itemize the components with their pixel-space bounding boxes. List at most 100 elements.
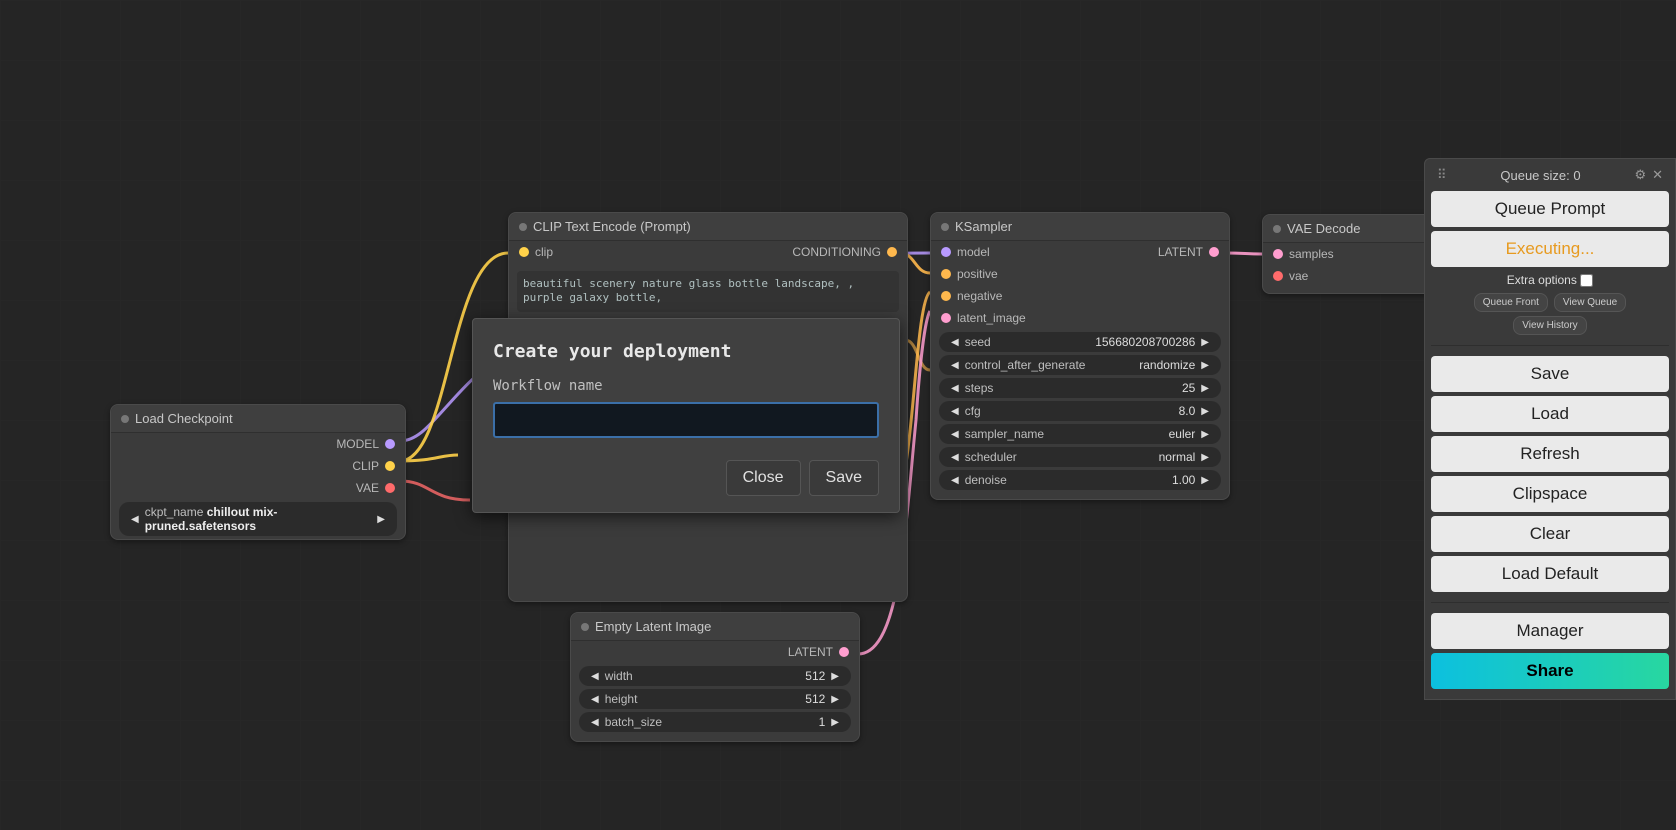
extra-options-toggle[interactable]: Extra options [1431, 271, 1669, 289]
param-batch_size[interactable]: ◀batch_size1▶ [579, 712, 851, 732]
view-history-button[interactable]: View History [1513, 316, 1586, 335]
chevron-left-icon[interactable]: ◀ [949, 337, 961, 348]
queue-front-button[interactable]: Queue Front [1474, 293, 1548, 312]
chevron-right-icon[interactable]: ▶ [375, 514, 387, 525]
socket-icon[interactable] [1209, 247, 1219, 257]
chevron-right-icon[interactable]: ▶ [829, 671, 841, 682]
socket-icon[interactable] [941, 247, 951, 257]
refresh-button[interactable]: Refresh [1431, 436, 1669, 472]
socket-icon[interactable] [1273, 271, 1283, 281]
node-header[interactable]: Empty Latent Image [571, 613, 859, 641]
create-deployment-modal: Create your deployment Workflow name Clo… [472, 318, 900, 513]
chevron-left-icon[interactable]: ◀ [589, 671, 601, 682]
socket-icon[interactable] [839, 647, 849, 657]
chevron-left-icon[interactable]: ◀ [949, 406, 961, 417]
chevron-right-icon[interactable]: ▶ [1199, 360, 1211, 371]
collapse-dot-icon[interactable] [941, 223, 949, 231]
chevron-left-icon[interactable]: ◀ [129, 514, 141, 525]
chevron-left-icon[interactable]: ◀ [589, 717, 601, 728]
chevron-right-icon[interactable]: ▶ [829, 694, 841, 705]
workflow-name-input[interactable] [493, 402, 879, 438]
executing-status[interactable]: Executing... [1431, 231, 1669, 267]
chevron-right-icon[interactable]: ▶ [829, 717, 841, 728]
chevron-right-icon[interactable]: ▶ [1199, 337, 1211, 348]
prompt-text[interactable]: beautiful scenery nature glass bottle la… [517, 271, 899, 312]
chevron-right-icon[interactable]: ▶ [1199, 452, 1211, 463]
manager-button[interactable]: Manager [1431, 613, 1669, 649]
chevron-left-icon[interactable]: ◀ [949, 452, 961, 463]
node-title: CLIP Text Encode (Prompt) [533, 219, 691, 234]
chevron-left-icon[interactable]: ◀ [949, 360, 961, 371]
input-negative[interactable]: negative [941, 289, 1002, 303]
close-icon[interactable]: ✕ [1652, 167, 1663, 183]
socket-icon[interactable] [385, 483, 395, 493]
share-button[interactable]: Share [1431, 653, 1669, 689]
chevron-right-icon[interactable]: ▶ [1199, 475, 1211, 486]
save-button[interactable]: Save [809, 460, 879, 496]
load-workflow-button[interactable]: Load [1431, 396, 1669, 432]
node-load-checkpoint[interactable]: Load Checkpoint MODEL CLIP VAE ◀ ckpt_na… [110, 404, 406, 540]
save-workflow-button[interactable]: Save [1431, 356, 1669, 392]
ckpt-name-widget[interactable]: ◀ ckpt_name chillout mix-pruned.safetens… [119, 502, 397, 536]
chevron-right-icon[interactable]: ▶ [1199, 429, 1211, 440]
node-title: Load Checkpoint [135, 411, 233, 426]
param-steps[interactable]: ◀steps25▶ [939, 378, 1221, 398]
input-model[interactable]: model [941, 245, 990, 259]
chevron-left-icon[interactable]: ◀ [949, 429, 961, 440]
view-queue-button[interactable]: View Queue [1554, 293, 1626, 312]
input-samples[interactable]: samples [1273, 247, 1334, 261]
chevron-right-icon[interactable]: ▶ [1199, 383, 1211, 394]
chevron-left-icon[interactable]: ◀ [949, 475, 961, 486]
output-conditioning[interactable]: CONDITIONING [792, 245, 897, 259]
param-height[interactable]: ◀height512▶ [579, 689, 851, 709]
input-latent-image[interactable]: latent_image [941, 311, 1026, 325]
param-cfg[interactable]: ◀cfg8.0▶ [939, 401, 1221, 421]
input-clip[interactable]: clip [519, 245, 553, 259]
node-empty-latent-image[interactable]: Empty Latent Image LATENT ◀width512▶ ◀hei… [570, 612, 860, 742]
node-ksampler[interactable]: KSampler model LATENT positive negative … [930, 212, 1230, 500]
node-header[interactable]: KSampler [931, 213, 1229, 241]
workflow-name-label: Workflow name [493, 378, 879, 394]
collapse-dot-icon[interactable] [519, 223, 527, 231]
queue-prompt-button[interactable]: Queue Prompt [1431, 191, 1669, 227]
param-denoise[interactable]: ◀denoise1.00▶ [939, 470, 1221, 490]
drag-handle-icon[interactable]: ⠿ [1437, 167, 1447, 183]
input-vae[interactable]: vae [1273, 269, 1308, 283]
clipspace-button[interactable]: Clipspace [1431, 476, 1669, 512]
node-title: Empty Latent Image [595, 619, 711, 634]
param-seed[interactable]: ◀seed156680208700286▶ [939, 332, 1221, 352]
output-model[interactable]: MODEL [336, 437, 395, 451]
param-control_after_generate[interactable]: ◀control_after_generaterandomize▶ [939, 355, 1221, 375]
node-header[interactable]: CLIP Text Encode (Prompt) [509, 213, 907, 241]
collapse-dot-icon[interactable] [121, 415, 129, 423]
socket-icon[interactable] [941, 291, 951, 301]
param-sampler_name[interactable]: ◀sampler_nameeuler▶ [939, 424, 1221, 444]
load-default-button[interactable]: Load Default [1431, 556, 1669, 592]
socket-icon[interactable] [385, 439, 395, 449]
socket-icon[interactable] [887, 247, 897, 257]
collapse-dot-icon[interactable] [1273, 225, 1281, 233]
socket-icon[interactable] [385, 461, 395, 471]
socket-icon[interactable] [941, 313, 951, 323]
modal-title: Create your deployment [493, 341, 879, 362]
output-clip[interactable]: CLIP [352, 459, 395, 473]
socket-icon[interactable] [519, 247, 529, 257]
chevron-left-icon[interactable]: ◀ [949, 383, 961, 394]
socket-icon[interactable] [1273, 249, 1283, 259]
queue-size-label: Queue size: 0 [1500, 168, 1580, 183]
chevron-left-icon[interactable]: ◀ [589, 694, 601, 705]
node-header[interactable]: Load Checkpoint [111, 405, 405, 433]
clear-button[interactable]: Clear [1431, 516, 1669, 552]
close-button[interactable]: Close [726, 460, 801, 496]
input-positive[interactable]: positive [941, 267, 998, 281]
param-width[interactable]: ◀width512▶ [579, 666, 851, 686]
extra-options-checkbox[interactable] [1580, 274, 1593, 287]
output-latent[interactable]: LATENT [788, 645, 849, 659]
gear-icon[interactable]: ⚙ [1634, 167, 1646, 183]
output-vae[interactable]: VAE [356, 481, 395, 495]
collapse-dot-icon[interactable] [581, 623, 589, 631]
chevron-right-icon[interactable]: ▶ [1199, 406, 1211, 417]
param-scheduler[interactable]: ◀schedulernormal▶ [939, 447, 1221, 467]
output-latent[interactable]: LATENT [1158, 245, 1219, 259]
socket-icon[interactable] [941, 269, 951, 279]
